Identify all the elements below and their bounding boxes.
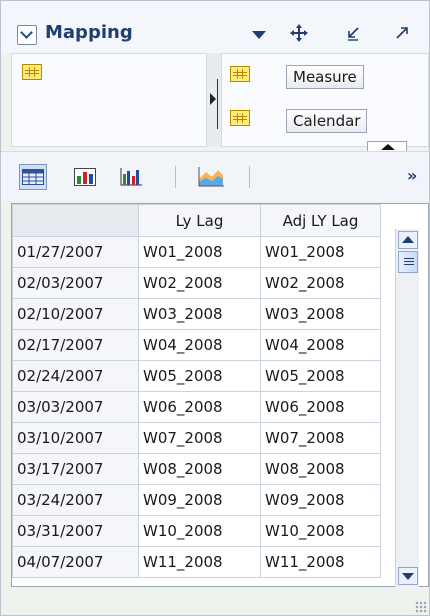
table-row: 02/10/2007 W03_2008 W03_2008 (12, 298, 381, 330)
table-cell[interactable]: W08_2008 (138, 453, 261, 485)
panel-footer (1, 593, 429, 615)
table-cell[interactable]: W06_2008 (260, 391, 381, 423)
table-row: 02/17/2007 W04_2008 W04_2008 (12, 329, 381, 361)
row-header-date: 03/03/2007 (12, 391, 139, 423)
mapping-panel: Mapping Measure Calendar » Ly Lag Adj LY… (0, 0, 430, 616)
table-cell[interactable]: W04_2008 (260, 329, 381, 361)
calendar-dimension-button[interactable]: Calendar (286, 109, 368, 133)
column-header-ly-lag[interactable]: Ly Lag (138, 204, 261, 237)
table-cell[interactable]: W10_2008 (138, 515, 261, 547)
column-header-adj-ly-lag[interactable]: Adj LY Lag (260, 204, 381, 237)
table-row: 03/03/2007 W06_2008 W06_2008 (12, 391, 381, 423)
row-header-date: 02/03/2007 (12, 267, 139, 299)
table-row: 02/03/2007 W02_2008 W02_2008 (12, 267, 381, 299)
row-header-date: 02/24/2007 (12, 360, 139, 392)
maximize-icon[interactable] (390, 21, 414, 45)
minimize-icon[interactable] (341, 21, 365, 45)
area-chart-icon (198, 167, 224, 187)
table-cell[interactable]: W01_2008 (260, 236, 381, 268)
table-cell[interactable]: W08_2008 (260, 453, 381, 485)
row-header-date: 03/17/2007 (12, 453, 139, 485)
table-cell[interactable]: W06_2008 (138, 391, 261, 423)
collapse-toggle[interactable] (17, 25, 37, 45)
row-header-date: 03/31/2007 (12, 515, 139, 547)
table-view-icon (22, 169, 44, 185)
table-chart-view-icon (74, 168, 96, 186)
table-cell[interactable]: W03_2008 (260, 298, 381, 330)
splitter-arrow-icon[interactable] (210, 93, 216, 105)
table-row: 03/24/2007 W09_2008 W09_2008 (12, 484, 381, 516)
toolbar-overflow-button[interactable]: » (407, 166, 417, 185)
table-cell[interactable]: W11_2008 (138, 546, 261, 578)
measure-dimension-button[interactable]: Measure (286, 65, 364, 89)
table-cell[interactable]: W05_2008 (138, 360, 261, 392)
view-toolbar: » (1, 151, 429, 201)
resize-handle-icon[interactable] (415, 601, 427, 613)
table-cell[interactable]: W04_2008 (138, 329, 261, 361)
row-dimension-area (11, 53, 207, 147)
row-header-date: 02/17/2007 (12, 329, 139, 361)
menu-down-icon[interactable] (252, 31, 266, 39)
scroll-thumb[interactable] (398, 251, 418, 273)
bar-chart-button[interactable] (117, 164, 145, 190)
column-dimension-area: Measure Calendar (221, 53, 429, 147)
table-cell[interactable]: W01_2008 (138, 236, 261, 268)
scroll-up-button[interactable] (398, 231, 418, 249)
table-cell[interactable]: W05_2008 (260, 360, 381, 392)
splitter-line (217, 79, 218, 129)
grid-icon[interactable] (230, 66, 250, 82)
table-cell[interactable]: W09_2008 (260, 484, 381, 516)
table-row: 03/10/2007 W07_2008 W07_2008 (12, 422, 381, 454)
table-vertical-scrollbar[interactable] (395, 229, 419, 587)
table-cell[interactable]: W03_2008 (138, 298, 261, 330)
scroll-down-button[interactable] (398, 567, 418, 585)
toolbar-separator (175, 166, 176, 188)
table-cell[interactable]: W11_2008 (260, 546, 381, 578)
mapping-table: Ly Lag Adj LY Lag 01/27/2007 W01_2008 W0… (11, 203, 429, 587)
table-row: 03/17/2007 W08_2008 W08_2008 (12, 453, 381, 485)
table-header-row: Ly Lag Adj LY Lag (12, 204, 381, 237)
table-chart-view-button[interactable] (71, 164, 99, 190)
panel-header: Mapping (1, 1, 429, 53)
grid-icon[interactable] (22, 64, 42, 80)
row-header-date: 02/10/2007 (12, 298, 139, 330)
row-header-date: 03/10/2007 (12, 422, 139, 454)
calendar-grid-icon[interactable] (230, 110, 250, 126)
table-row: 02/24/2007 W05_2008 W05_2008 (12, 360, 381, 392)
table-row: 04/07/2007 W11_2008 W11_2008 (12, 546, 381, 578)
panel-title: Mapping (45, 22, 133, 43)
table-cell[interactable]: W09_2008 (138, 484, 261, 516)
table-cell[interactable]: W07_2008 (138, 422, 261, 454)
table-cell[interactable]: W02_2008 (138, 267, 261, 299)
move-icon[interactable] (287, 21, 311, 45)
row-header-date: 01/27/2007 (12, 236, 139, 268)
toolbar-separator (249, 166, 250, 188)
table-row: 01/27/2007 W01_2008 W01_2008 (12, 236, 381, 268)
table-view-button[interactable] (19, 164, 47, 190)
table-cell[interactable]: W10_2008 (260, 515, 381, 547)
row-header-date: 04/07/2007 (12, 546, 139, 578)
row-header-date: 03/24/2007 (12, 484, 139, 516)
table-row: 03/31/2007 W10_2008 W10_2008 (12, 515, 381, 547)
area-chart-button[interactable] (197, 164, 225, 190)
corner-header (12, 204, 139, 237)
table-cell[interactable]: W02_2008 (260, 267, 381, 299)
bar-chart-icon (120, 168, 142, 186)
table-cell[interactable]: W07_2008 (260, 422, 381, 454)
